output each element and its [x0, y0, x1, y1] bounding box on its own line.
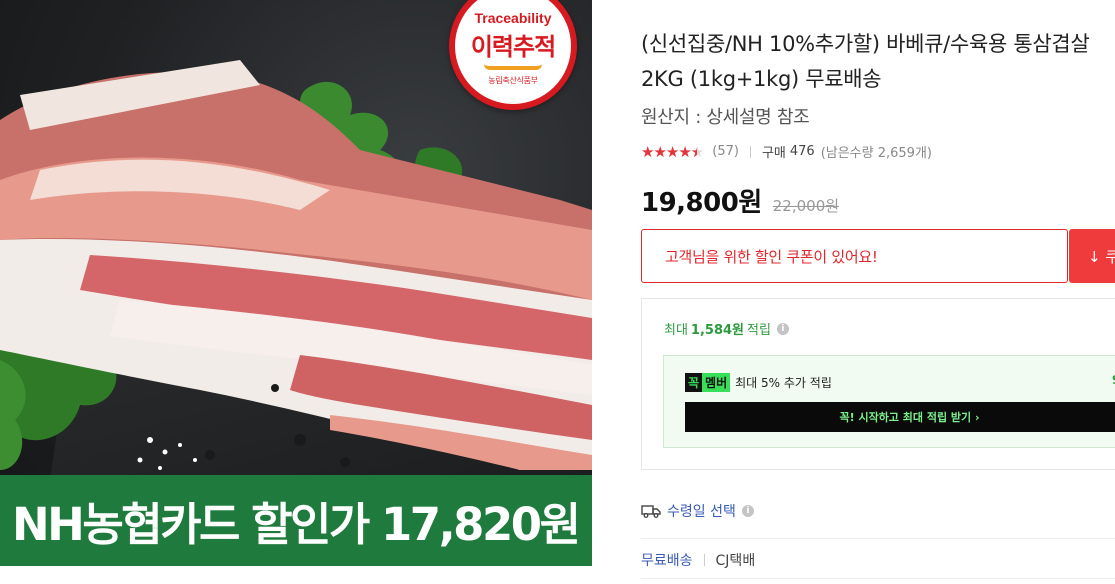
delivery-date-row[interactable]: 수령일 선택 i	[641, 501, 754, 521]
points-box: 최대 1,584원 적립 i 꼭 멤버 최대 5% 추가 적립 9 꼭! 시작하…	[641, 298, 1115, 470]
membership-box: 꼭 멤버 최대 5% 추가 적립 9 꼭! 시작하고 최대 적립 받기 ›	[663, 355, 1115, 448]
card-discount-banner: NH농협카드 할인가 17,820원	[0, 475, 592, 566]
star-rating[interactable]: ★★★★★ ★★★★★	[641, 142, 704, 161]
product-origin: 원산지 : 상세설명 참조	[641, 107, 810, 128]
purchase-count: 476	[789, 144, 815, 159]
max-points: 최대 1,584원 적립 i	[664, 319, 789, 338]
rating-row: ★★★★★ ★★★★★ (57) 구매 476 (남은수량 2,659개)	[641, 142, 932, 162]
purchase-label: 구매	[761, 146, 786, 161]
coupon-download-button[interactable]: ↓ 쿠	[1069, 229, 1115, 283]
points-suffix: 적립	[747, 323, 771, 338]
badge-main-label: 이력추적	[470, 33, 556, 61]
coupon-notice[interactable]: 고객님을 위한 할인 쿠폰이 있어요!	[641, 229, 1068, 283]
star-rating-fill: ★★★★★	[641, 142, 697, 161]
badge-sub-label: 농림축산식품부	[488, 76, 538, 85]
badge-swoosh	[484, 64, 542, 70]
free-shipping: 무료배송	[641, 553, 693, 569]
stock-remaining: (남은수량 2,659개)	[820, 146, 932, 161]
points-prefix: 최대	[664, 323, 688, 338]
product-title: (신선집중/NH 10%추가할) 바베큐/수육용 통삼겹살 2KG (1kg+1…	[641, 32, 1090, 91]
coupon-text: 고객님을 위한 할인 쿠폰이 있어요!	[665, 247, 878, 266]
download-icon: ↓ 쿠	[1088, 247, 1115, 266]
membership-desc: 최대 5% 추가 적립	[735, 376, 832, 390]
membership-start-button[interactable]: 꼭! 시작하고 최대 적립 받기 ›	[685, 402, 1115, 432]
sale-price: 19,800원	[641, 188, 762, 218]
original-price: 22,000원	[772, 197, 840, 215]
review-count[interactable]: (57)	[712, 144, 739, 159]
product-info-panel: (신선집중/NH 10%추가할) 바베큐/수육용 통삼겹살 2KG (1kg+1…	[641, 0, 1115, 584]
price-row: 19,800원 22,000원	[641, 182, 839, 219]
points-amount: 1,584원	[690, 323, 745, 338]
divider	[641, 578, 1115, 579]
delivery-date-label[interactable]: 수령일 선택	[667, 501, 736, 521]
banner-text: NH농협카드 할인가 17,820원	[12, 498, 581, 551]
membership-tag: 멤버	[702, 373, 731, 392]
product-image[interactable]: Traceability 이력추적 농림축산식품부 NH농협카드 할인가 17,…	[0, 0, 592, 566]
shipping-carrier: CJ택배	[715, 553, 756, 569]
info-icon[interactable]: i	[741, 505, 754, 517]
shipping-row: 무료배송 CJ택배	[641, 550, 755, 570]
info-icon[interactable]: i	[776, 322, 789, 335]
divider	[641, 538, 1115, 539]
membership-row: 꼭 멤버 최대 5% 추가 적립	[685, 373, 832, 392]
truck-icon	[641, 505, 661, 518]
divider	[749, 145, 751, 158]
membership-brand: 꼭	[685, 373, 703, 392]
badge-top-label: Traceability	[474, 10, 552, 26]
divider	[703, 554, 705, 566]
